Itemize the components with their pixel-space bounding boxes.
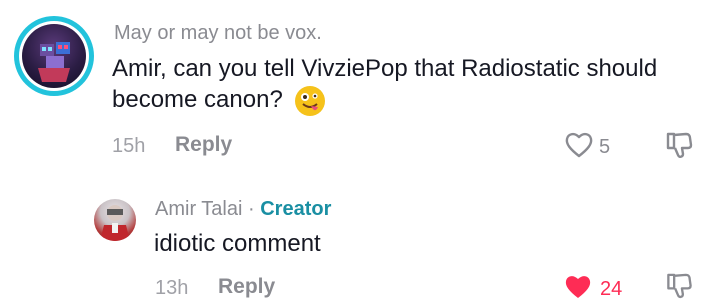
like-button[interactable]	[564, 131, 594, 159]
dislike-button[interactable]	[664, 130, 694, 160]
thumbs-down-icon	[666, 132, 693, 158]
reply-button[interactable]: Reply	[175, 133, 232, 157]
comment-username[interactable]: Amir Talai	[155, 198, 242, 220]
comment-time: 13h	[155, 277, 189, 299]
like-count: 24	[600, 278, 623, 300]
like-button[interactable]	[563, 273, 593, 301]
creator-badge: Creator	[260, 198, 332, 220]
heart-filled-icon	[565, 276, 591, 298]
reply-username-row: Amir Talai · Creator	[155, 198, 331, 221]
comment-body: Amir, can you tell VivziePop that Radios…	[112, 53, 682, 116]
reply-button[interactable]: Reply	[218, 275, 275, 299]
heart-outline-icon	[565, 132, 593, 158]
avatar[interactable]	[94, 199, 136, 241]
comment-item: May or may not be vox. Amir, can you tel…	[0, 0, 720, 170]
thumbs-down-icon	[667, 273, 692, 299]
avatar[interactable]	[14, 16, 94, 96]
like-count: 5	[599, 136, 611, 158]
comment-text: idiotic comment	[154, 230, 321, 257]
zany-face-emoji-icon	[295, 85, 326, 116]
comment-text: Amir, can you tell VivziePop that Radios…	[112, 55, 658, 113]
comment-username[interactable]: May or may not be vox.	[114, 22, 322, 45]
separator-dot: ·	[248, 198, 255, 220]
dislike-button[interactable]	[664, 271, 694, 300]
comment-time: 15h	[112, 135, 146, 157]
